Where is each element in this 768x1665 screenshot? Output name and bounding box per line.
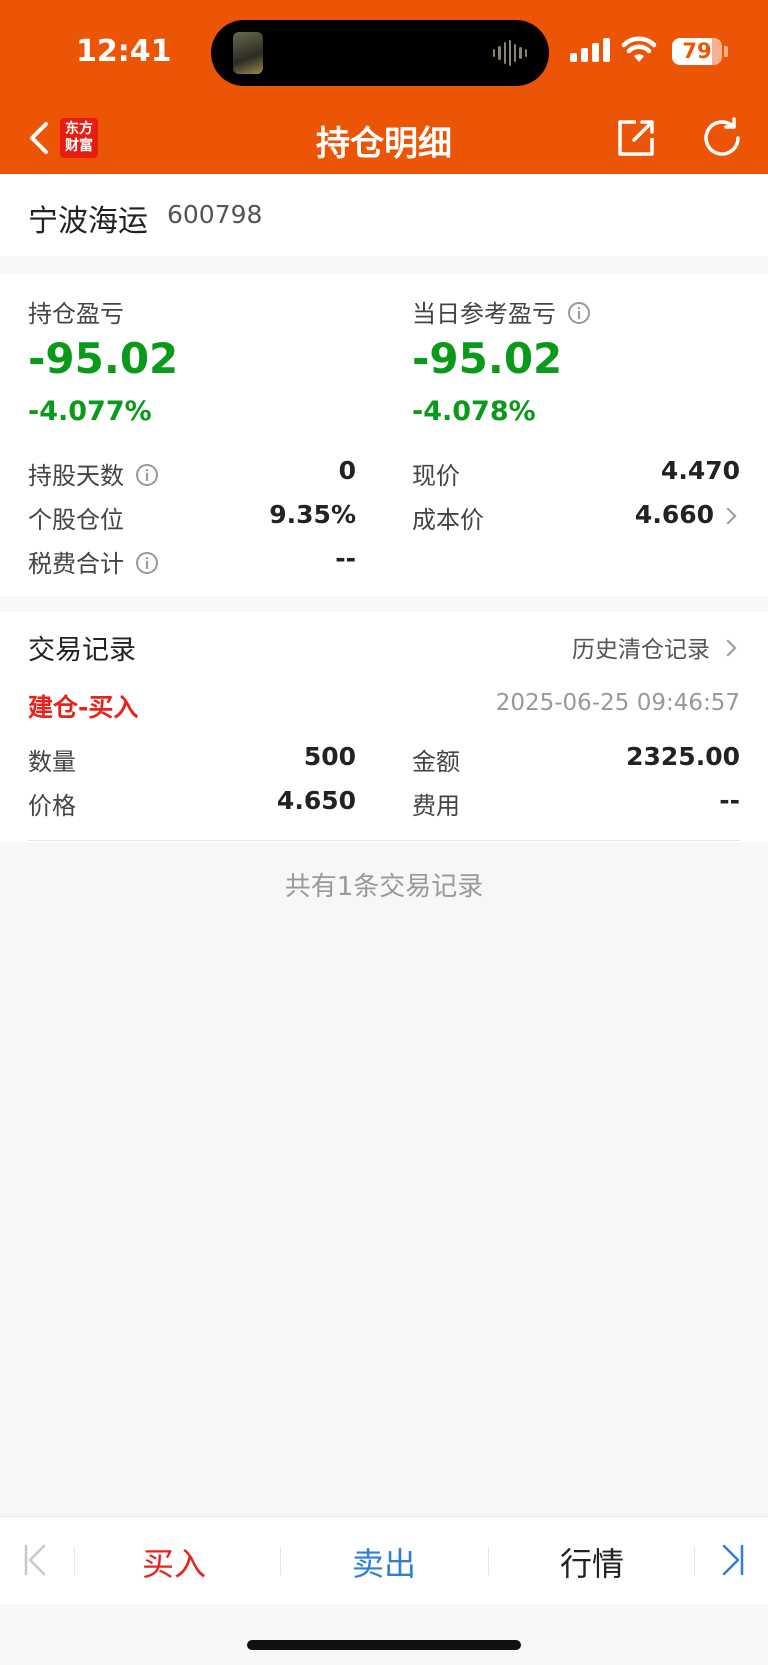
position-ratio-value: 9.35% bbox=[269, 500, 356, 529]
trade-type: 建仓-买入 bbox=[28, 693, 139, 722]
info-icon[interactable] bbox=[136, 464, 158, 486]
cost-price-value[interactable]: 4.660 bbox=[540, 500, 714, 529]
hold-pnl-value: -95.02 bbox=[28, 334, 179, 383]
tax-total-label: 税费合计 bbox=[28, 550, 124, 578]
stock-name: 宁波海运 bbox=[28, 204, 148, 239]
separator bbox=[694, 1547, 695, 1575]
trade-record-card: 交易记录 历史清仓记录 建仓-买入 2025-06-25 09:46:57 数量… bbox=[0, 612, 768, 842]
qty-value: 500 bbox=[303, 742, 356, 771]
separator bbox=[488, 1547, 489, 1575]
tax-total-row: 税费合计 bbox=[28, 544, 158, 579]
now-playing-thumbnail[interactable] bbox=[233, 32, 263, 74]
first-stock-icon[interactable] bbox=[22, 1543, 48, 1577]
bottom-action-bar: 买入 卖出 行情 bbox=[0, 1516, 768, 1604]
trade-count-text: 共有1条交易记录 bbox=[284, 872, 484, 902]
audio-wave-icon bbox=[493, 40, 527, 66]
last-stock-icon[interactable] bbox=[720, 1543, 746, 1577]
info-icon[interactable] bbox=[568, 302, 590, 324]
quote-button[interactable]: 行情 bbox=[522, 1539, 662, 1585]
battery-percent: 79 bbox=[682, 39, 712, 63]
position-ratio-label: 个股仓位 bbox=[28, 506, 124, 534]
nav-bar: 东方 财富 持仓明细 bbox=[0, 104, 768, 174]
chevron-right-icon[interactable] bbox=[719, 507, 737, 525]
stock-header: 宁波海运 600798 bbox=[0, 174, 768, 256]
tax-total-value: -- bbox=[335, 544, 356, 573]
day-pnl-pct: -4.078% bbox=[412, 396, 536, 427]
pnl-card: 持仓盈亏 -95.02 -4.077% 当日参考盈亏 -95.02 -4.078… bbox=[0, 274, 768, 596]
current-price-value: 4.470 bbox=[660, 456, 740, 485]
hold-pnl-pct: -4.077% bbox=[28, 396, 152, 427]
day-pnl-value: -95.02 bbox=[412, 334, 563, 383]
hold-pnl-label: 持仓盈亏 bbox=[28, 300, 124, 328]
home-indicator[interactable] bbox=[247, 1640, 521, 1650]
hold-days-value: 0 bbox=[338, 456, 356, 485]
history-clearance-link[interactable]: 历史清仓记录 bbox=[572, 630, 710, 664]
amount-label: 金额 bbox=[412, 748, 460, 776]
divider bbox=[28, 840, 740, 841]
chevron-right-icon[interactable] bbox=[719, 639, 737, 657]
refresh-icon[interactable] bbox=[700, 116, 744, 160]
day-pnl-header: 当日参考盈亏 bbox=[412, 294, 590, 329]
trade-price-value: 4.650 bbox=[276, 786, 356, 815]
qty-label: 数量 bbox=[28, 748, 76, 776]
status-bar: 12:41 79 bbox=[0, 0, 768, 104]
separator bbox=[74, 1547, 75, 1575]
current-price-label: 现价 bbox=[412, 462, 460, 490]
hold-days-label: 持股天数 bbox=[28, 462, 124, 490]
fee-value: -- bbox=[719, 786, 740, 815]
fee-label: 费用 bbox=[412, 792, 460, 820]
cellular-signal-icon bbox=[570, 38, 610, 62]
status-time: 12:41 bbox=[76, 34, 172, 69]
dynamic-island[interactable] bbox=[211, 20, 549, 86]
amount-value: 2325.00 bbox=[626, 742, 740, 771]
day-pnl-label: 当日参考盈亏 bbox=[412, 300, 556, 328]
cost-price-label[interactable]: 成本价 bbox=[412, 500, 484, 535]
trade-datetime: 2025-06-25 09:46:57 bbox=[495, 690, 740, 716]
sell-button[interactable]: 卖出 bbox=[314, 1539, 454, 1585]
wifi-icon bbox=[621, 36, 657, 62]
battery-icon: 79 bbox=[672, 38, 722, 65]
battery-cap bbox=[724, 46, 728, 57]
info-icon[interactable] bbox=[136, 552, 158, 574]
stock-code: 600798 bbox=[167, 200, 263, 229]
hold-days-row: 持股天数 bbox=[28, 456, 158, 491]
trade-price-label: 价格 bbox=[28, 792, 76, 820]
share-icon[interactable] bbox=[614, 116, 658, 160]
separator bbox=[280, 1547, 281, 1575]
trade-record-title: 交易记录 bbox=[28, 635, 136, 666]
buy-button[interactable]: 买入 bbox=[104, 1539, 244, 1585]
